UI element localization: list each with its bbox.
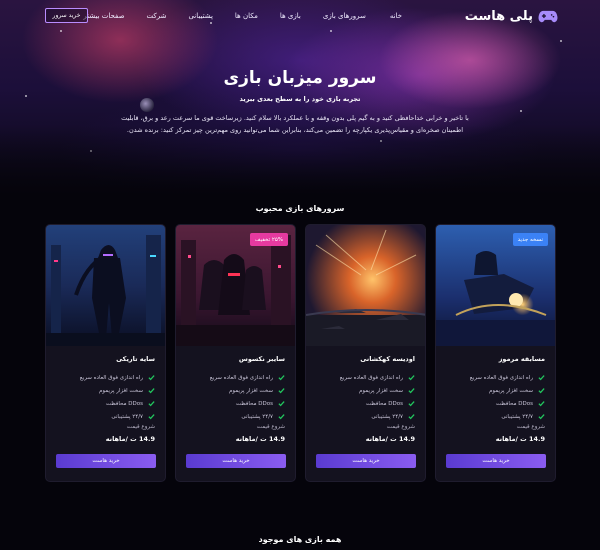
feature-item: سخت افزار پریموم [54, 384, 155, 397]
server-card[interactable]: اودیسه کهکشانی راه اندازی فوق العاده سری… [305, 224, 426, 482]
server-card[interactable]: نسخه جدید مسابقه مرموز راه اندازی فوق ال… [435, 224, 556, 482]
feature-item: DDos محافظت [444, 397, 545, 410]
feature-item: DDos محافظت [54, 397, 155, 410]
check-icon [148, 375, 155, 381]
new-version-badge: نسخه جدید [512, 233, 548, 246]
nav-game-servers[interactable]: سرورهای بازی [323, 12, 366, 20]
price-value: 14.9 ت /ماهانه [365, 435, 415, 443]
check-icon [278, 401, 285, 407]
feature-text: DDos محافظت [495, 400, 533, 407]
feature-text: ۲۴/۷ پشتیبانی [111, 413, 143, 420]
price-value: 14.9 ت /ماهانه [495, 435, 545, 443]
discount-badge: ۲۵% تخفیف [249, 233, 288, 246]
card-image [306, 225, 425, 346]
feature-text: DDos محافظت [365, 400, 403, 407]
nav-games[interactable]: بازی ها [280, 12, 301, 20]
check-icon [148, 401, 155, 407]
check-icon [408, 401, 415, 407]
check-icon [278, 375, 285, 381]
logo-text: پلی هاست [464, 9, 533, 24]
feature-item: راه اندازی فوق العاده سریع [54, 371, 155, 384]
buy-host-button[interactable]: خرید هاست [316, 454, 416, 468]
card-image [46, 225, 165, 346]
feature-text: DDos محافظت [235, 400, 273, 407]
feature-text: سخت افزار پریموم [359, 387, 403, 394]
hero-description: با تاخیر و خرابی خداحافظی کنید و به گیم … [121, 114, 469, 134]
check-icon [148, 388, 155, 394]
feature-item: سخت افزار پریموم [444, 384, 545, 397]
check-icon [278, 388, 285, 394]
feature-text: ۲۴/۷ پشتیبانی [241, 413, 273, 420]
check-icon [538, 414, 545, 420]
feature-item: ۲۴/۷ پشتیبانی [444, 410, 545, 423]
feature-list: راه اندازی فوق العاده سریع سخت افزار پری… [444, 371, 545, 423]
feature-item: ۲۴/۷ پشتیبانی [314, 410, 415, 423]
all-games-title: همه بازی های موجود [258, 535, 342, 544]
feature-list: راه اندازی فوق العاده سریع سخت افزار پری… [314, 371, 415, 423]
feature-item: راه اندازی فوق العاده سریع [184, 371, 285, 384]
nav-more-pages[interactable]: صفحات بیشتر [83, 12, 124, 20]
feature-text: سخت افزار پریموم [99, 387, 143, 394]
hero-title: سرور میزبان بازی [223, 68, 377, 88]
card-title: اودیسه کهکشانی [360, 355, 415, 363]
nav-company[interactable]: شرکت [147, 12, 167, 20]
price-label: شروع قیمت [516, 424, 545, 430]
feature-item: ۲۴/۷ پشتیبانی [54, 410, 155, 423]
buy-host-button[interactable]: خرید هاست [56, 454, 156, 468]
feature-text: راه اندازی فوق العاده سریع [209, 374, 273, 381]
feature-item: سخت افزار پریموم [184, 384, 285, 397]
feature-text: DDos محافظت [105, 400, 143, 407]
feature-text: راه اندازی فوق العاده سریع [79, 374, 143, 381]
feature-text: راه اندازی فوق العاده سریع [339, 374, 403, 381]
feature-item: راه اندازی فوق العاده سریع [314, 371, 415, 384]
top-navbar: پلی هاست خانه سرورهای بازی بازی ها مکان … [0, 0, 600, 36]
check-icon [408, 375, 415, 381]
feature-item: سخت افزار پریموم [314, 384, 415, 397]
price-value: 14.9 ت /ماهانه [235, 435, 285, 443]
server-card[interactable]: ۲۵% تخفیف سایبر نکسوس راه اندازی فوق الع… [175, 224, 296, 482]
price-label: شروع قیمت [386, 424, 415, 430]
feature-text: راه اندازی فوق العاده سریع [469, 374, 533, 381]
buy-host-button[interactable]: خرید هاست [446, 454, 546, 468]
feature-item: DDos محافظت [184, 397, 285, 410]
feature-item: DDos محافظت [314, 397, 415, 410]
check-icon [538, 375, 545, 381]
check-icon [408, 388, 415, 394]
feature-item: ۲۴/۷ پشتیبانی [184, 410, 285, 423]
price-value: 14.9 ت /ماهانه [105, 435, 155, 443]
buy-server-button[interactable]: خرید سرور [45, 8, 88, 23]
nav-home[interactable]: خانه [390, 12, 402, 20]
feature-text: ۲۴/۷ پشتیبانی [501, 413, 533, 420]
check-icon [148, 414, 155, 420]
feature-text: ۲۴/۷ پشتیبانی [371, 413, 403, 420]
feature-list: راه اندازی فوق العاده سریع سخت افزار پری… [184, 371, 285, 423]
feature-list: راه اندازی فوق العاده سریع سخت افزار پری… [54, 371, 155, 423]
check-icon [538, 388, 545, 394]
price-label: شروع قیمت [256, 424, 285, 430]
price-label: شروع قیمت [126, 424, 155, 430]
nav-locations[interactable]: مکان ها [235, 12, 258, 20]
card-title: مسابقه مرموز [498, 355, 545, 363]
check-icon [408, 414, 415, 420]
card-title: سایبر نکسوس [238, 355, 285, 363]
card-title: سایه تاریکی [116, 355, 155, 363]
site-logo[interactable]: پلی هاست [465, 9, 558, 24]
feature-item: راه اندازی فوق العاده سریع [444, 371, 545, 384]
hero-subtitle: تجربه بازی خود را به سطح بعدی ببرید [239, 95, 361, 103]
server-card[interactable]: سایه تاریکی راه اندازی فوق العاده سریع س… [45, 224, 166, 482]
buy-host-button[interactable]: خرید هاست [186, 454, 286, 468]
popular-servers-title: سرورهای بازی محبوب [255, 204, 345, 213]
gamepad-icon [538, 10, 558, 23]
check-icon [278, 414, 285, 420]
check-icon [538, 401, 545, 407]
nav-links: خانه سرورهای بازی بازی ها مکان ها پشتیبا… [83, 12, 402, 20]
feature-text: سخت افزار پریموم [489, 387, 533, 394]
feature-text: سخت افزار پریموم [229, 387, 273, 394]
nav-support[interactable]: پشتیبانی [188, 12, 212, 20]
